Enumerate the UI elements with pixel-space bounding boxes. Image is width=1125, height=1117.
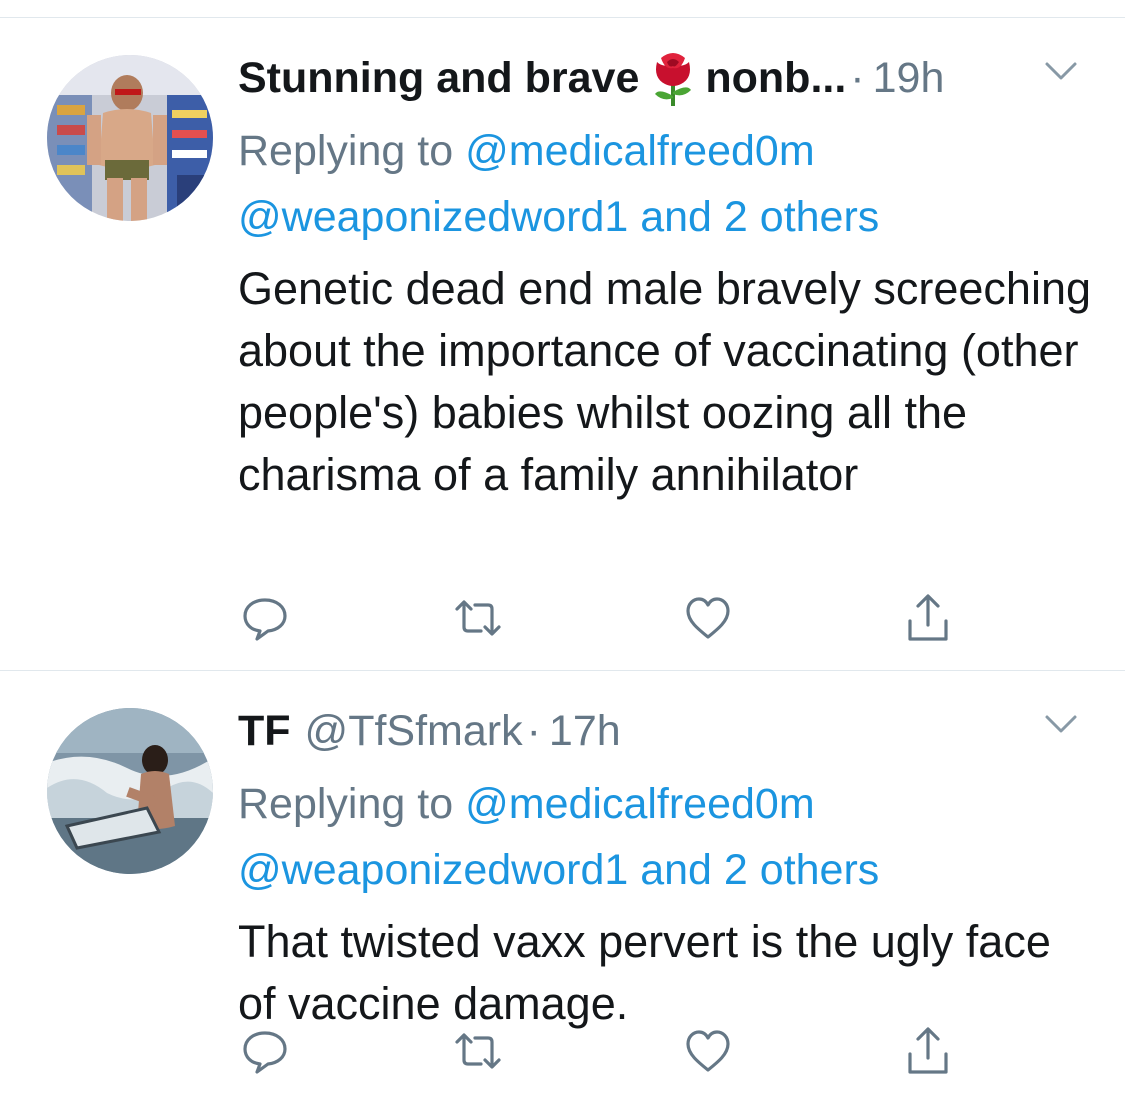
rose-emoji <box>647 48 699 108</box>
replying-prefix: Replying to <box>238 127 454 175</box>
handle[interactable]: @TfSfmark <box>305 707 523 756</box>
replying-prefix: Replying to <box>238 780 454 828</box>
avatar-image <box>47 55 213 221</box>
mention-link[interactable]: @medicalfreed0m <box>465 127 815 175</box>
reply-icon[interactable] <box>240 593 290 643</box>
tweet-text: Genetic dead end male bravely screeching… <box>238 263 1092 500</box>
separator-dot: · <box>526 706 541 755</box>
tweet-actions <box>238 1026 978 1076</box>
chevron-down-icon[interactable] <box>1044 713 1078 735</box>
retweet-icon[interactable] <box>453 1026 503 1076</box>
replying-to: Replying to @medicalfreed0m @weaponizedw… <box>238 118 1098 250</box>
display-name[interactable]: Stunning and brave <box>238 54 639 103</box>
tweet[interactable]: TF @TfSfmark · 17h Replying to @medicalf… <box>0 671 1125 1117</box>
avatar[interactable] <box>47 708 213 874</box>
share-icon[interactable] <box>903 593 953 643</box>
tweet-header: Stunning and brave nonb... · 19h <box>238 48 1085 108</box>
mention-others-link[interactable]: @weaponizedword1 and 2 others <box>238 846 879 894</box>
like-icon[interactable] <box>683 1026 733 1076</box>
tweet-actions <box>238 593 978 643</box>
separator-dot: · <box>850 53 865 102</box>
tweet[interactable]: Stunning and brave nonb... · 19h Replyin… <box>0 18 1125 670</box>
mention-link[interactable]: @medicalfreed0m <box>465 780 815 828</box>
retweet-icon[interactable] <box>453 593 503 643</box>
tweet-header: TF @TfSfmark · 17h <box>238 701 1085 761</box>
display-name-suffix[interactable]: nonb... <box>705 54 846 103</box>
reply-icon[interactable] <box>240 1026 290 1076</box>
avatar[interactable] <box>47 55 213 221</box>
tweet-text: That twisted vaxx pervert is the ugly fa… <box>238 916 1051 1029</box>
share-icon[interactable] <box>903 1026 953 1076</box>
avatar-image <box>47 708 213 874</box>
replying-to: Replying to @medicalfreed0m @weaponizedw… <box>238 771 1098 903</box>
mention-others-link[interactable]: @weaponizedword1 and 2 others <box>238 193 879 241</box>
like-icon[interactable] <box>683 593 733 643</box>
chevron-down-icon[interactable] <box>1044 60 1078 82</box>
display-name[interactable]: TF <box>238 707 291 756</box>
timestamp[interactable]: 19h <box>873 54 945 103</box>
timestamp[interactable]: 17h <box>549 707 621 756</box>
